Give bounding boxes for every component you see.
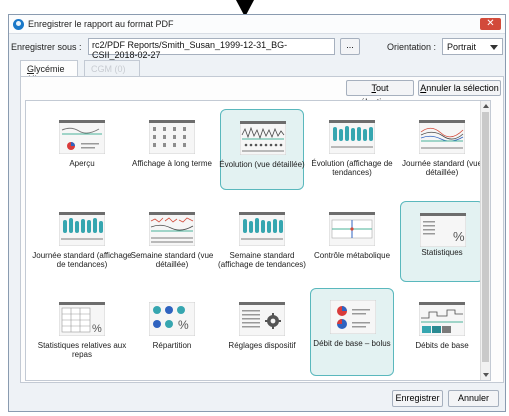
tile-label: Aperçu — [69, 159, 95, 168]
tile-label: Débits de base — [415, 341, 469, 350]
tile-label: Statistiques relatives aux repas — [37, 341, 127, 359]
svg-text:%: % — [178, 318, 189, 332]
save-pdf-dialog: Enregistrer le rapport au format PDF ✕ E… — [8, 14, 506, 412]
tile-label: Journée standard (affichage de tendances… — [32, 251, 132, 269]
browse-button[interactable]: ... — [340, 38, 360, 55]
tile-label: Semaine standard (vue détaillée) — [130, 251, 214, 269]
vertical-scrollbar[interactable] — [480, 101, 490, 380]
meal-statistics-icon: % — [59, 302, 105, 336]
device-settings-icon — [239, 302, 285, 336]
tile-affichage-long-terme[interactable]: Affichage à long terme — [130, 109, 214, 190]
orientation-label: Orientation : — [387, 42, 437, 52]
window-title: Enregistrer le rapport au format PDF — [28, 19, 174, 29]
tile-repartition[interactable]: % Répartition — [130, 291, 214, 372]
cancel-button[interactable]: Annuler — [448, 390, 499, 407]
overview-icon — [59, 120, 105, 154]
tile-label: Journée standard (vue détaillée) — [401, 159, 483, 177]
tile-statistiques[interactable]: % Statistiques — [400, 201, 484, 282]
cancel-selection-button[interactable]: Annuler la sélection — [418, 80, 501, 96]
tile-evolution-detaillee[interactable]: Évolution (vue détaillée) — [219, 109, 305, 190]
tile-semaine-detaillee[interactable]: Semaine standard (vue détaillée) — [130, 201, 214, 282]
long-term-icon — [149, 120, 195, 154]
tile-controle-metabolique[interactable]: Contrôle métabolique — [310, 201, 394, 282]
scroll-down-icon[interactable] — [483, 373, 489, 377]
standard-week-trend-icon — [239, 212, 285, 246]
scroll-up-icon[interactable] — [483, 104, 489, 108]
standard-day-trend-icon — [59, 212, 105, 246]
report-panel: Tout sélectionner Annuler la sélection A… — [20, 76, 504, 383]
svg-text:%: % — [453, 229, 465, 244]
distribution-icon: % — [149, 302, 195, 336]
save-row: Enregistrer sous : rc2/PDF Reports/Smith… — [9, 38, 505, 60]
metabolic-control-icon — [329, 212, 375, 246]
tile-label: Affichage à long terme — [132, 159, 212, 168]
tile-label: Contrôle métabolique — [313, 251, 391, 260]
tile-debit-base-bolus[interactable]: Débit de base – bolus — [310, 288, 394, 376]
tile-label: Évolution (vue détaillée) — [219, 160, 305, 169]
tile-label: Semaine standard (affichage de tendances… — [218, 251, 306, 269]
tab-glycemie[interactable]: Glycémie (4) — [20, 60, 78, 84]
tile-debits-base[interactable]: Débits de base — [400, 291, 484, 372]
chevron-down-icon — [490, 45, 498, 50]
orientation-value: Portrait — [447, 42, 477, 52]
statistics-icon: % — [420, 213, 466, 247]
tile-journee-detaillee[interactable]: Journée standard (vue détaillée) — [400, 109, 484, 190]
save-as-label: Enregistrer sous : — [11, 42, 82, 52]
tile-label: Répartition — [152, 341, 192, 350]
standard-day-detail-icon — [419, 120, 465, 154]
tile-label: Évolution (affichage de tendances) — [311, 159, 393, 177]
orientation-select[interactable]: Portrait — [442, 38, 503, 55]
report-grid: Aperçu Affichage à long terme Évolution … — [25, 100, 491, 381]
title-bar: Enregistrer le rapport au format PDF ✕ — [9, 15, 505, 34]
tab-cgm[interactable]: CGM (0) — [84, 60, 140, 76]
scroll-thumb[interactable] — [482, 112, 489, 362]
tile-statistiques-repas[interactable]: % Statistiques relatives aux repas — [38, 291, 126, 372]
save-path-input[interactable]: rc2/PDF Reports/Smith_Susan_1999-12-31_B… — [88, 38, 335, 60]
tile-semaine-tendances[interactable]: Semaine standard (affichage de tendances… — [218, 201, 306, 282]
tile-evolution-tendances[interactable]: Évolution (affichage de tendances) — [310, 109, 394, 190]
tile-label: Débit de base – bolus — [313, 339, 391, 348]
evolution-trend-icon — [329, 120, 375, 154]
evolution-detail-icon — [240, 121, 286, 155]
app-icon — [13, 19, 24, 30]
select-all-button[interactable]: Tout sélectionner — [346, 80, 414, 107]
tile-label: Statistiques — [421, 248, 463, 257]
tile-reglages-dispositif[interactable]: Réglages dispositif — [220, 291, 304, 372]
basal-rates-icon — [419, 302, 465, 336]
close-button[interactable]: ✕ — [480, 18, 501, 30]
svg-text:%: % — [92, 323, 102, 335]
tile-journee-tendances[interactable]: Journée standard (affichage de tendances… — [32, 201, 132, 282]
standard-week-detail-icon — [149, 212, 195, 246]
save-button[interactable]: Enregistrer — [392, 390, 443, 407]
tile-label: Réglages dispositif — [228, 341, 296, 350]
tile-apercu[interactable]: Aperçu — [40, 109, 124, 190]
basal-bolus-icon — [330, 300, 376, 334]
